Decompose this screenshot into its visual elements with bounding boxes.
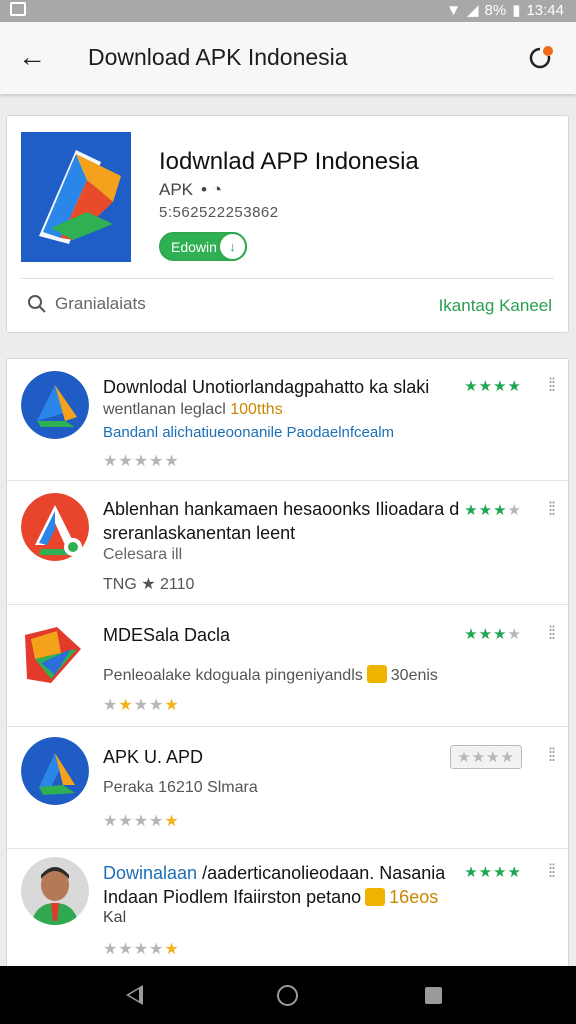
avatar xyxy=(21,857,89,925)
item-subtitle-count: 16eos xyxy=(389,887,439,907)
more-options-icon[interactable]: ⁞⁞ xyxy=(548,861,556,882)
app-icon xyxy=(21,737,89,805)
battery-level: 8% xyxy=(484,1,507,19)
search-placeholder: Granialaiats xyxy=(55,294,146,313)
status-bar: ▼ ◢ 8% ▮ 13:44 xyxy=(0,0,576,22)
list-item[interactable]: Ablenhan hankamaen hesaoonks Ilioadara d… xyxy=(7,481,568,605)
download-button-label: Edowin xyxy=(171,238,217,255)
item-subtitle-text: Indaan Piodlem Ifaiirston petano xyxy=(103,887,362,907)
item-title-rest: /aaderticanolieodaan. Nasania xyxy=(202,863,446,883)
info-icon: • ◔ xyxy=(201,180,222,199)
app-icon xyxy=(25,627,81,683)
featured-app-card[interactable]: Iodwnlad APP Indonesia APK • ◔ 5:5625222… xyxy=(6,115,569,333)
app-bar: ← Download APK Indonesia xyxy=(0,22,576,94)
thumbs-up-icon xyxy=(366,665,387,683)
list-item[interactable]: APK U. APD Peraka 16210 Slmara ★★★★★ ★★★… xyxy=(7,727,568,849)
app-icon xyxy=(21,371,89,439)
item-title: Ablenhan hankamaen hesaoonks Ilioadara d xyxy=(103,499,460,519)
clock: 13:44 xyxy=(526,1,564,19)
item-title: MDESala Dacla xyxy=(103,625,231,645)
page-title: Download APK Indonesia xyxy=(88,44,348,70)
item-subtitle-text: wentlanan leglacl xyxy=(103,401,226,418)
more-options-icon[interactable]: ⁞⁞ xyxy=(548,623,556,644)
thumbs-up-icon xyxy=(365,888,386,906)
item-rating-stars: ★★★★★ xyxy=(103,453,180,470)
divider xyxy=(21,278,554,279)
download-toggle-button[interactable]: Edowin ↓ xyxy=(159,232,247,261)
list-item[interactable]: Downlodal Unotiorlandagpahatto ka slaki … xyxy=(7,359,568,481)
item-rating-stars: ★★★★★ xyxy=(103,697,180,714)
channel-link[interactable]: Ikantag Kaneel xyxy=(439,296,552,316)
wifi-icon: ▼ xyxy=(446,1,461,19)
list-item[interactable]: MDESala Dacla Penleoalake kdoguala pinge… xyxy=(7,605,568,727)
item-rating-stars: ★★★★★ xyxy=(103,813,180,830)
more-options-icon[interactable]: ⁞⁞ xyxy=(548,375,556,396)
more-options-icon[interactable]: ⁞⁞ xyxy=(548,499,556,520)
search-field[interactable]: Granialaiats xyxy=(27,294,146,314)
item-rating-badge: ★★★★ xyxy=(464,502,522,519)
item-rating-badge: ★★★★ xyxy=(450,745,522,769)
status-right: ▼ ◢ 8% ▮ 13:44 xyxy=(446,1,564,20)
item-title: APK U. APD xyxy=(103,747,204,767)
app-list: Downlodal Unotiorlandagpahatto ka slaki … xyxy=(6,358,569,968)
app-name: Iodwnlad APP Indonesia xyxy=(159,148,419,175)
item-rating-badge: ★★★★ xyxy=(464,626,522,643)
notification-icon xyxy=(10,2,26,16)
nav-home-icon[interactable] xyxy=(277,985,298,1006)
item-rating-stars: ★★★★★ xyxy=(103,941,180,958)
item-title-line2: sreranlaskanentan leent xyxy=(103,523,296,543)
item-meta: TNG ★ 2110 xyxy=(103,576,195,593)
app-meta: APK • ◔ xyxy=(159,180,222,200)
battery-icon: ▮ xyxy=(512,2,521,19)
item-subtitle-count: 30enis xyxy=(390,667,438,684)
search-icon xyxy=(28,295,46,313)
list-item[interactable]: Dowinalaan /aaderticanolieodaan. Nasania… xyxy=(7,849,568,967)
more-options-icon[interactable]: ⁞⁞ xyxy=(548,745,556,766)
item-meta: Kal xyxy=(103,909,127,926)
system-nav-bar xyxy=(0,966,576,1024)
refresh-notification-icon[interactable] xyxy=(528,44,554,70)
item-rating-badge: ★★★★ xyxy=(464,864,522,881)
app-version-number: 5:562522253862 xyxy=(159,204,279,221)
nav-back-icon[interactable] xyxy=(126,985,143,1005)
item-subtitle-accent: 100tths xyxy=(230,401,283,418)
download-knob-icon: ↓ xyxy=(218,232,247,261)
item-title-lead: Dowinalaan xyxy=(103,863,198,883)
nav-recents-icon[interactable] xyxy=(425,987,442,1004)
item-title: Dowinalaan /aaderticanolieodaan. Nasania xyxy=(103,863,445,884)
item-title: Downlodal Unotiorlandagpahatto ka slaki xyxy=(103,377,430,397)
app-icon xyxy=(21,493,89,561)
app-logo-icon xyxy=(21,132,131,262)
item-subtitle: Indaan Piodlem Ifaiirston petano 16eos xyxy=(103,887,438,908)
item-rating-badge: ★★★★ xyxy=(464,378,522,395)
back-arrow-icon[interactable]: ← xyxy=(18,42,48,72)
item-category: Celesara ill xyxy=(103,546,183,563)
item-subtitle: wentlanan leglacl 100tths xyxy=(103,401,283,419)
item-description: Bandanl alichatiueoonanile Paodaelnfceal… xyxy=(103,424,395,441)
app-type: APK xyxy=(159,180,194,199)
item-subtitle-text: Penleoalake kdoguala pingeniyandls xyxy=(103,667,363,684)
item-subtitle: Penleoalake kdoguala pingeniyandls 30enis xyxy=(103,665,438,685)
item-subtitle: Peraka 16210 Slmara xyxy=(103,779,258,796)
signal-icon: ◢ xyxy=(466,2,479,19)
